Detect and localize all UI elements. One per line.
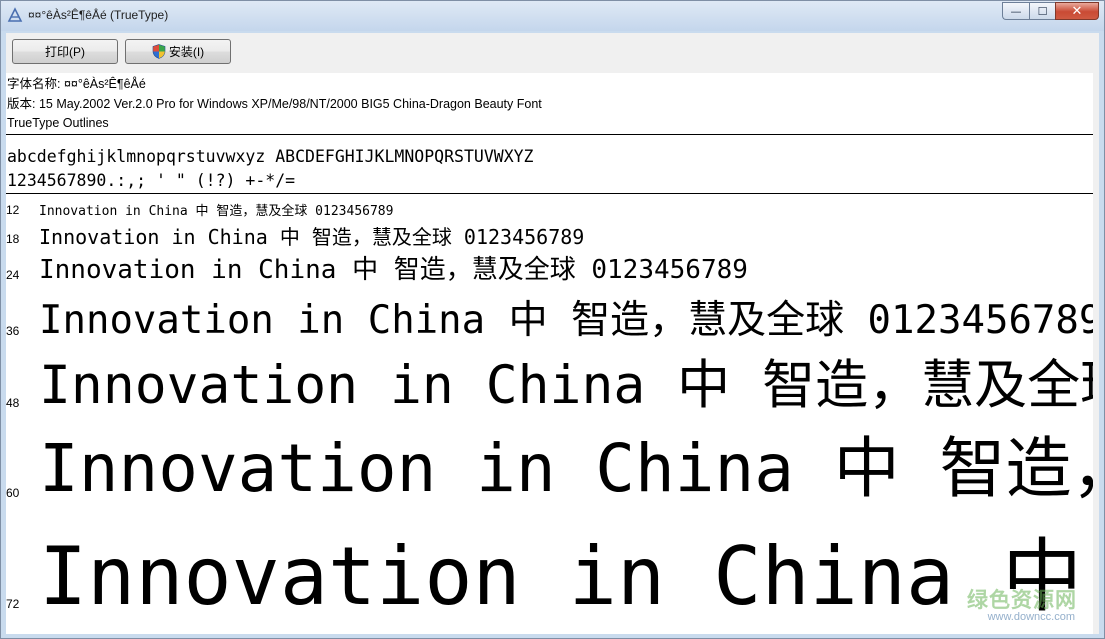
sample-row-48: 48 Innovation in China 中 智造，慧及全球 0123456… [6,332,1093,412]
size-label: 60 [6,486,20,500]
sample-text: Innovation in China 中 智造，慧及全球 0123456789 [39,430,1093,507]
close-icon: ✕ [1071,3,1083,19]
divider [6,134,1093,135]
watermark-text: 绿色资源网 [967,588,1077,612]
font-name-line: 字体名称: ¤¤°êÀs²Ê¶êÅé [7,77,146,91]
site-watermark: 绿色资源网 www.downcc.com [947,584,1077,624]
sample-row-72: 72 Innovation in China 中 智造，慧及全球 0123456… [6,533,1093,617]
maximize-icon: ☐ [1037,4,1048,18]
title-bar[interactable]: ¤¤°êÀs²Ê¶êÅé (TrueType) — ☐ ✕ [1,1,1104,31]
maximize-button[interactable]: ☐ [1029,2,1055,20]
font-info: 字体名称: ¤¤°êÀs²Ê¶êÅé 版本: 15 May.2002 Ver.2… [7,75,542,134]
font-version-line: 版本: 15 May.2002 Ver.2.0 Pro for Windows … [7,96,542,111]
font-outline-line: TrueType Outlines [7,116,109,130]
print-button[interactable]: 打印(P) [12,39,118,64]
font-app-icon [7,7,23,22]
window-controls: — ☐ ✕ [1002,2,1099,21]
font-viewer-window: ¤¤°êÀs²Ê¶êÅé (TrueType) — ☐ ✕ 打印(P) 安装(I [0,0,1105,639]
close-button[interactable]: ✕ [1055,2,1099,20]
minimize-button[interactable]: — [1002,2,1029,20]
install-button-label: 安装(I) [168,45,205,59]
print-button-label: 打印(P) [45,45,85,59]
install-button[interactable]: 安装(I) [125,39,231,64]
size-label: 72 [6,597,20,611]
sample-row-60: 60 Innovation in China 中 智造，慧及全球 0123456… [6,422,1093,502]
size-label: 48 [6,396,20,410]
right-edge [1093,73,1099,634]
toolbar: 打印(P) 安装(I) [6,33,1099,73]
sample-text: Innovation in China 中 智造，慧及全球 0123456789 [39,530,1083,623]
minimize-icon: — [1010,4,1022,18]
sample-text: Innovation in China 中 智造，慧及全球 0123456789 [39,355,1093,416]
uac-shield-icon [152,44,166,59]
sample-row-36: 36 Innovation in China 中 智造，慧及全球 0123456… [6,260,1093,340]
font-preview-pane[interactable]: 字体名称: ¤¤°êÀs²Ê¶êÅé 版本: 15 May.2002 Ver.2… [6,73,1093,634]
watermark-url: www.downcc.com [987,611,1075,623]
window-title: ¤¤°êÀs²Ê¶êÅé (TrueType) [28,8,169,22]
